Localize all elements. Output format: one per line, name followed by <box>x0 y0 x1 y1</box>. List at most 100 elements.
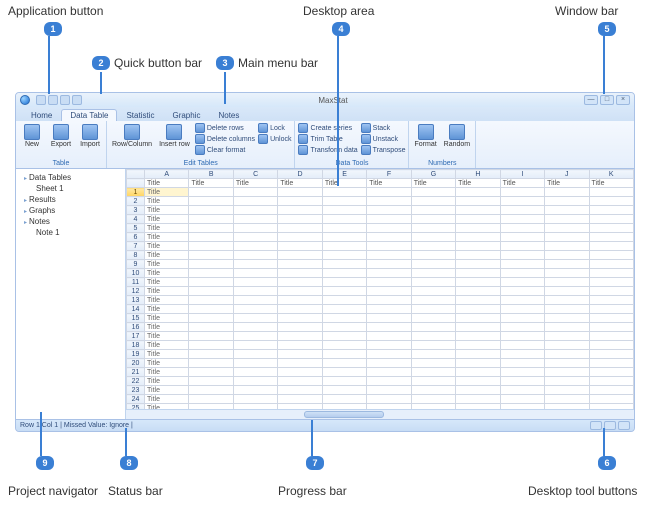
cell[interactable] <box>500 251 544 260</box>
cell[interactable] <box>589 251 633 260</box>
cell[interactable] <box>411 305 455 314</box>
cell[interactable] <box>500 188 544 197</box>
cell[interactable] <box>278 188 322 197</box>
column-title-cell[interactable]: Title <box>322 179 366 188</box>
nav-item-notes[interactable]: Notes <box>18 216 123 227</box>
cell[interactable] <box>456 341 500 350</box>
row-header[interactable]: 22 <box>127 377 145 386</box>
cell[interactable] <box>367 278 411 287</box>
cell[interactable] <box>589 368 633 377</box>
cell[interactable] <box>189 341 233 350</box>
row-header[interactable]: 2 <box>127 197 145 206</box>
cell[interactable] <box>233 269 277 278</box>
cell[interactable] <box>500 269 544 278</box>
qat-undo-button[interactable] <box>48 95 58 105</box>
scroll-thumb[interactable] <box>304 411 384 418</box>
cell[interactable] <box>367 206 411 215</box>
cell[interactable] <box>545 269 589 278</box>
cell[interactable] <box>367 251 411 260</box>
cell[interactable] <box>367 287 411 296</box>
row-header[interactable]: 16 <box>127 323 145 332</box>
cell[interactable] <box>589 386 633 395</box>
cell[interactable] <box>189 215 233 224</box>
cell[interactable] <box>456 188 500 197</box>
cell[interactable] <box>233 242 277 251</box>
cell[interactable] <box>456 278 500 287</box>
qat-save-button[interactable] <box>36 95 46 105</box>
column-title-cell[interactable]: Title <box>367 179 411 188</box>
cell[interactable] <box>411 323 455 332</box>
title-row-header[interactable] <box>127 179 145 188</box>
column-title-cell[interactable]: Title <box>411 179 455 188</box>
row-header[interactable]: 18 <box>127 341 145 350</box>
cell[interactable] <box>278 341 322 350</box>
cell[interactable] <box>589 260 633 269</box>
cell[interactable]: Title <box>145 386 189 395</box>
column-title-cell[interactable]: Title <box>278 179 322 188</box>
cell[interactable] <box>411 188 455 197</box>
cell[interactable] <box>367 188 411 197</box>
cell[interactable] <box>367 269 411 278</box>
cell[interactable] <box>545 287 589 296</box>
row-header[interactable]: 5 <box>127 224 145 233</box>
cell[interactable] <box>367 377 411 386</box>
cell[interactable] <box>233 332 277 341</box>
cell[interactable] <box>278 350 322 359</box>
row-header[interactable]: 7 <box>127 242 145 251</box>
cell[interactable] <box>189 386 233 395</box>
cell[interactable] <box>233 296 277 305</box>
cell[interactable]: Title <box>145 395 189 404</box>
cell[interactable] <box>411 260 455 269</box>
cell[interactable] <box>322 188 366 197</box>
tab-data-table[interactable]: Data Table <box>61 109 117 121</box>
cell[interactable]: Title <box>145 287 189 296</box>
cell[interactable] <box>456 350 500 359</box>
cell[interactable] <box>589 296 633 305</box>
cell[interactable] <box>278 251 322 260</box>
cell[interactable] <box>367 305 411 314</box>
cell[interactable] <box>500 332 544 341</box>
cell[interactable] <box>278 278 322 287</box>
cell[interactable]: Title <box>145 332 189 341</box>
cell[interactable] <box>545 341 589 350</box>
cell[interactable] <box>589 332 633 341</box>
cell[interactable] <box>456 233 500 242</box>
cell[interactable]: Title <box>145 242 189 251</box>
row-header[interactable]: 20 <box>127 359 145 368</box>
cell[interactable] <box>456 332 500 341</box>
unlock-button[interactable]: Unlock <box>258 134 291 144</box>
corner-cell[interactable] <box>127 170 145 179</box>
cell[interactable] <box>233 215 277 224</box>
cell[interactable] <box>278 224 322 233</box>
cell[interactable] <box>233 377 277 386</box>
cell[interactable] <box>545 215 589 224</box>
column-title-cell[interactable]: Title <box>500 179 544 188</box>
column-title-cell[interactable]: Title <box>545 179 589 188</box>
cell[interactable] <box>589 377 633 386</box>
cell[interactable] <box>456 296 500 305</box>
cell[interactable] <box>545 197 589 206</box>
cell[interactable] <box>322 260 366 269</box>
cell[interactable] <box>367 215 411 224</box>
cell[interactable] <box>189 197 233 206</box>
cell[interactable] <box>322 368 366 377</box>
cell[interactable] <box>456 242 500 251</box>
column-header-K[interactable]: K <box>589 170 633 179</box>
create-series-button[interactable]: Create series <box>298 123 352 133</box>
cell[interactable] <box>411 368 455 377</box>
cell[interactable] <box>322 377 366 386</box>
cell[interactable] <box>500 386 544 395</box>
cell[interactable] <box>589 242 633 251</box>
cell[interactable] <box>589 305 633 314</box>
cell[interactable] <box>278 332 322 341</box>
cell[interactable] <box>278 296 322 305</box>
cell[interactable]: Title <box>145 224 189 233</box>
cell[interactable] <box>322 350 366 359</box>
cell[interactable] <box>233 188 277 197</box>
cell[interactable] <box>233 251 277 260</box>
cell[interactable] <box>411 287 455 296</box>
cell[interactable] <box>278 233 322 242</box>
cell[interactable] <box>189 305 233 314</box>
column-header-J[interactable]: J <box>545 170 589 179</box>
cell[interactable]: Title <box>145 233 189 242</box>
